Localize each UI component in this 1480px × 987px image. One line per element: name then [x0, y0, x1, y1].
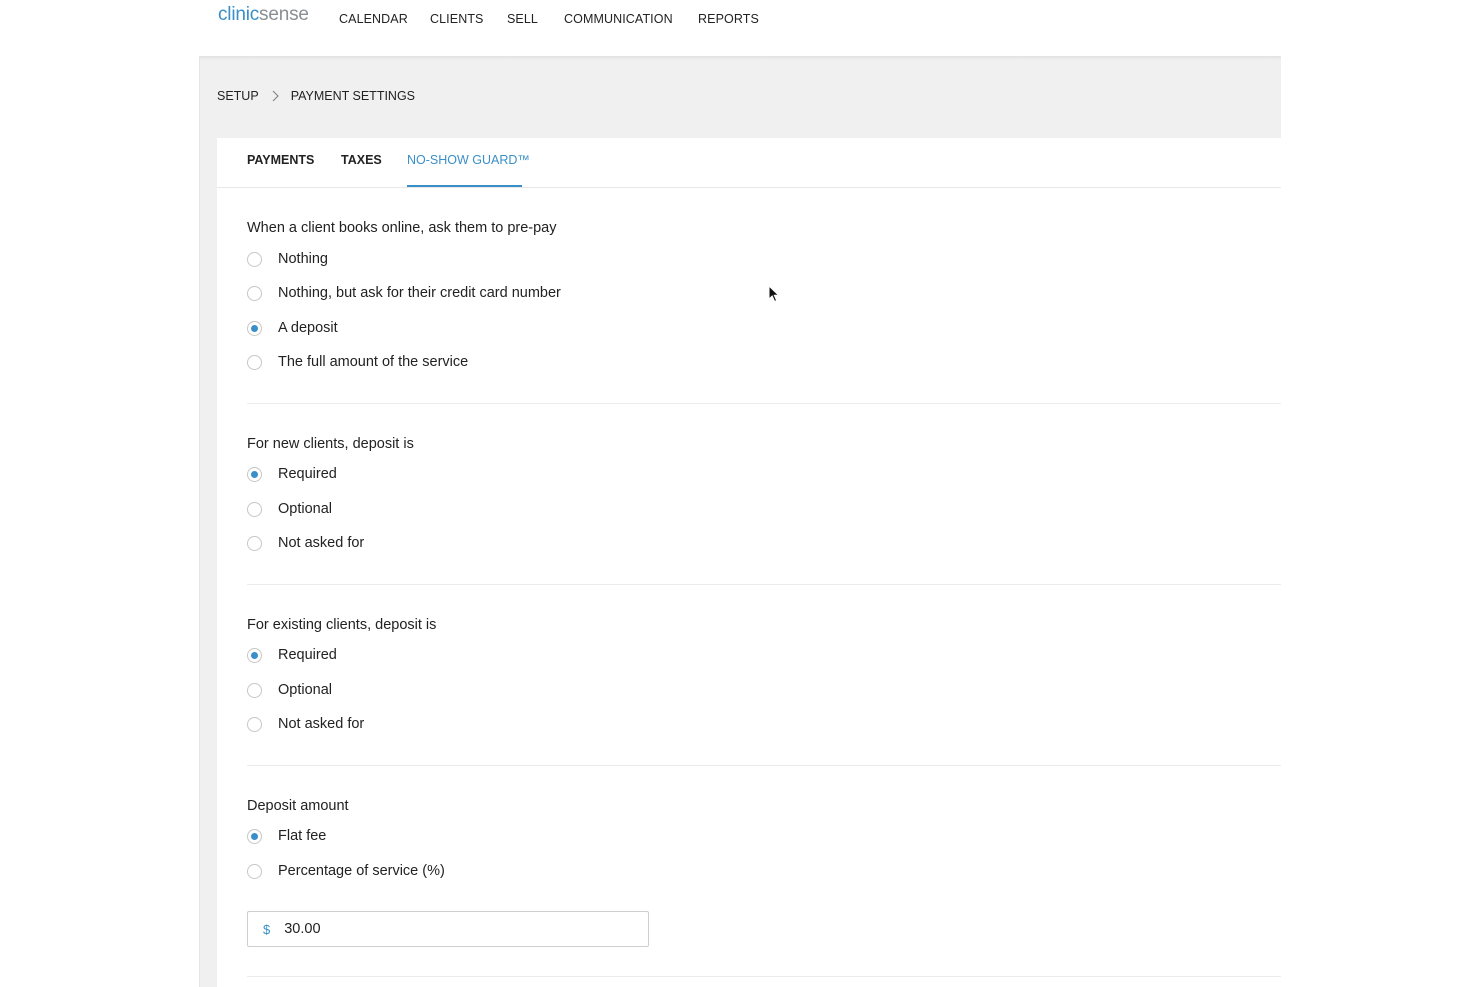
prepay-option-card-number[interactable]: Nothing, but ask for their credit card n…	[247, 283, 561, 303]
new-clients-section-label: For new clients, deposit is	[247, 436, 414, 452]
tab-taxes[interactable]: TAXES	[341, 153, 382, 167]
new-clients-option-not-asked[interactable]: Not asked for	[247, 533, 364, 553]
section-divider	[247, 584, 1281, 585]
existing-clients-option-required[interactable]: Required	[247, 645, 337, 665]
radio-button[interactable]	[247, 716, 262, 732]
radio-button-selected[interactable]	[247, 466, 262, 482]
section-divider	[247, 403, 1281, 404]
currency-symbol: $	[263, 921, 271, 937]
nav-clients[interactable]: CLIENTS	[430, 12, 484, 26]
radio-button[interactable]	[247, 682, 262, 698]
nav-shadow	[199, 56, 1281, 60]
deposit-amount-field[interactable]: $	[247, 911, 649, 947]
tab-payments[interactable]: PAYMENTS	[247, 153, 314, 167]
nav-sell[interactable]: SELL	[507, 12, 538, 26]
new-clients-option-required[interactable]: Required	[247, 464, 337, 484]
radio-button[interactable]	[247, 285, 262, 301]
existing-clients-option-optional[interactable]: Optional	[247, 680, 332, 700]
mouse-cursor-icon	[768, 284, 780, 308]
nav-communication[interactable]: COMMUNICATION	[564, 12, 673, 26]
breadcrumb-setup[interactable]: SETUP	[217, 89, 259, 103]
radio-button[interactable]	[247, 501, 262, 517]
radio-label: Not asked for	[278, 716, 365, 732]
existing-clients-option-not-asked[interactable]: Not asked for	[247, 714, 364, 734]
radio-label: Nothing, but ask for their credit card n…	[278, 285, 561, 301]
radio-label: Not asked for	[278, 535, 365, 551]
radio-label: Optional	[278, 501, 333, 517]
logo-text-clinic: clinic	[218, 4, 260, 25]
radio-label: Required	[278, 466, 337, 482]
radio-label: The full amount of the service	[278, 354, 469, 370]
radio-label: Nothing	[278, 251, 328, 267]
radio-button-selected[interactable]	[247, 828, 262, 844]
prepay-option-deposit[interactable]: A deposit	[247, 318, 338, 338]
radio-button[interactable]	[247, 535, 262, 551]
radio-label: Optional	[278, 682, 333, 698]
radio-label: Required	[278, 647, 337, 663]
radio-label: A deposit	[278, 320, 338, 336]
section-divider	[247, 976, 1281, 977]
active-tab-indicator	[407, 185, 522, 187]
prepay-option-nothing[interactable]: Nothing	[247, 249, 328, 269]
top-navigation: clinicsense CALENDAR CLIENTS SELL COMMUN…	[0, 0, 1480, 56]
deposit-option-flat-fee[interactable]: Flat fee	[247, 826, 326, 846]
section-divider	[247, 765, 1281, 766]
deposit-amount-section-label: Deposit amount	[247, 798, 349, 814]
radio-label: Percentage of service (%)	[278, 863, 445, 879]
chevron-right-icon	[272, 90, 279, 102]
breadcrumb: SETUP PAYMENT SETTINGS	[217, 89, 415, 103]
nav-reports[interactable]: REPORTS	[698, 12, 759, 26]
radio-label: Flat fee	[278, 828, 327, 844]
breadcrumb-payment-settings: PAYMENT SETTINGS	[290, 89, 416, 103]
settings-card: PAYMENTS TAXES NO-SHOW GUARD™ When a cli…	[217, 138, 1281, 987]
new-clients-option-optional[interactable]: Optional	[247, 499, 332, 519]
deposit-option-percentage[interactable]: Percentage of service (%)	[247, 861, 445, 881]
radio-button[interactable]	[247, 354, 262, 370]
radio-button-selected[interactable]	[247, 320, 262, 336]
deposit-amount-input[interactable]	[284, 921, 585, 937]
nav-calendar[interactable]: CALENDAR	[339, 12, 408, 26]
tab-bar: PAYMENTS TAXES NO-SHOW GUARD™	[217, 138, 1281, 188]
existing-clients-section-label: For existing clients, deposit is	[247, 617, 437, 633]
radio-button[interactable]	[247, 251, 262, 267]
clinicsense-logo[interactable]: clinicsense	[218, 4, 309, 26]
prepay-section-label: When a client books online, ask them to …	[247, 220, 557, 236]
radio-button[interactable]	[247, 863, 262, 879]
logo-text-sense: sense	[259, 4, 309, 25]
radio-button-selected[interactable]	[247, 647, 262, 663]
prepay-option-full-amount[interactable]: The full amount of the service	[247, 352, 468, 372]
tab-no-show-guard[interactable]: NO-SHOW GUARD™	[407, 153, 530, 167]
